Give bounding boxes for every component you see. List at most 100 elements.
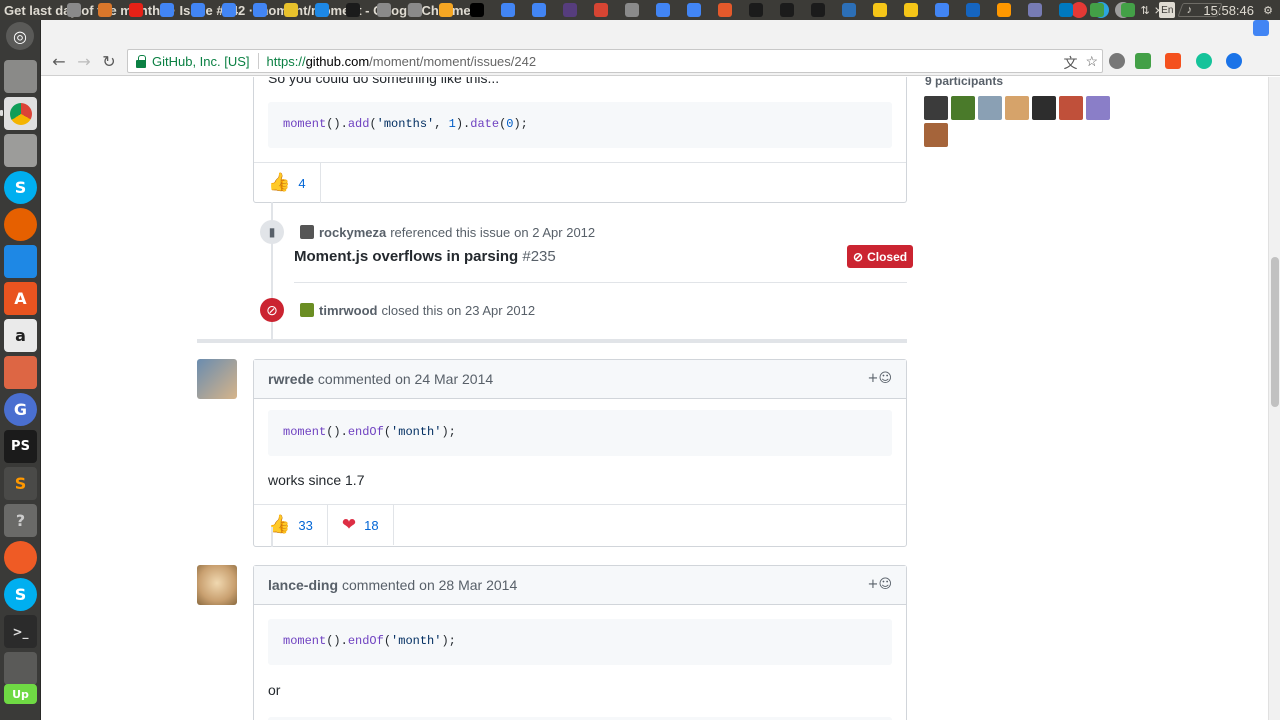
comment-author[interactable]: lance-ding: [268, 577, 338, 593]
text-editor-icon[interactable]: [4, 245, 37, 278]
participant-avatar[interactable]: [951, 96, 975, 120]
browser-tab[interactable]: [58, 0, 89, 20]
event-date[interactable]: on 2 Apr 2012: [514, 225, 595, 240]
participant-avatar[interactable]: [978, 96, 1002, 120]
scrollbar-thumb[interactable]: [1271, 257, 1279, 407]
browser-tab[interactable]: [306, 0, 337, 20]
comment-date[interactable]: on 24 Mar 2014: [395, 371, 493, 387]
system-settings-icon[interactable]: [4, 356, 37, 389]
terminal-icon[interactable]: >_: [4, 615, 37, 648]
reaction-thumbs-up[interactable]: 👍 4: [254, 163, 321, 203]
browser-tab[interactable]: [988, 0, 1019, 20]
add-reaction-button[interactable]: +☺: [868, 371, 892, 386]
participant-avatar[interactable]: [1086, 96, 1110, 120]
amazon-icon[interactable]: a: [4, 319, 37, 352]
browser-tab[interactable]: [1112, 0, 1143, 20]
participant-avatar[interactable]: [1032, 96, 1056, 120]
browser-tab[interactable]: [1019, 0, 1050, 20]
software-center-icon[interactable]: A: [4, 282, 37, 315]
page-scrollbar[interactable]: [1268, 77, 1280, 720]
browser-tab[interactable]: [1050, 0, 1081, 20]
browser-tab[interactable]: [1081, 0, 1112, 20]
back-button[interactable]: ←: [49, 51, 69, 71]
forward-button[interactable]: →: [74, 51, 94, 71]
extension-gear-icon[interactable]: [1109, 53, 1125, 69]
postman-icon[interactable]: [4, 541, 37, 574]
extension-stack-icon[interactable]: [1135, 53, 1151, 69]
browser-tab[interactable]: [771, 0, 802, 20]
tab-close-icon[interactable]: ×: [1143, 0, 1174, 20]
browser-tab[interactable]: [368, 0, 399, 20]
participant-avatar[interactable]: [924, 96, 948, 120]
avatar[interactable]: [300, 225, 314, 239]
reaction-thumbs-up[interactable]: 👍 33: [254, 505, 328, 545]
comment-date[interactable]: on 28 Mar 2014: [419, 577, 517, 593]
security-indicator[interactable]: GitHub, Inc. [US]: [152, 54, 250, 69]
translate-icon[interactable]: 文: [1063, 53, 1077, 73]
event-user[interactable]: rockymeza: [319, 225, 386, 240]
browser-tab[interactable]: [399, 0, 430, 20]
avatar[interactable]: [300, 303, 314, 317]
event-user[interactable]: timrwood: [319, 303, 378, 318]
browser-tab[interactable]: [461, 0, 492, 20]
gimp-icon[interactable]: G: [4, 393, 37, 426]
bookmark-star-icon[interactable]: ☆: [1085, 53, 1098, 73]
new-tab-button[interactable]: [1177, 3, 1223, 17]
participant-avatar[interactable]: [1059, 96, 1083, 120]
event-date[interactable]: on 23 Apr 2012: [447, 303, 535, 318]
browser-tab[interactable]: [926, 0, 957, 20]
browser-tab[interactable]: [89, 0, 120, 20]
files-icon[interactable]: [4, 60, 37, 93]
chrome-icon[interactable]: [4, 97, 37, 130]
browser-tab[interactable]: [802, 0, 833, 20]
ubuntu-dash-icon[interactable]: ◎: [6, 22, 34, 50]
extension-adblock-icon[interactable]: [1165, 53, 1181, 69]
skype-icon[interactable]: S: [4, 171, 37, 204]
browser-tab[interactable]: [740, 0, 771, 20]
profile-icon[interactable]: [1253, 20, 1269, 36]
address-bar[interactable]: GitHub, Inc. [US] https:// github.com /m…: [127, 49, 1103, 73]
browser-tab[interactable]: [213, 0, 244, 20]
browser-tab[interactable]: [895, 0, 926, 20]
browser-tab[interactable]: [182, 0, 213, 20]
browser-tab[interactable]: [585, 0, 616, 20]
browser-tab[interactable]: [492, 0, 523, 20]
code-block: moment().endOf('month');: [268, 410, 892, 456]
browser-tab[interactable]: [616, 0, 647, 20]
browser-tab[interactable]: [554, 0, 585, 20]
upwork-icon[interactable]: Up: [4, 684, 37, 704]
browser-tab[interactable]: [957, 0, 988, 20]
sublime-text-icon[interactable]: S: [4, 467, 37, 500]
help-icon[interactable]: ?: [4, 504, 37, 537]
grammarly-icon[interactable]: [1196, 53, 1212, 69]
browser-tab[interactable]: [864, 0, 895, 20]
browser-tab[interactable]: [275, 0, 306, 20]
browser-tab[interactable]: [430, 0, 461, 20]
browser-tab[interactable]: [244, 0, 275, 20]
browser-tab[interactable]: [833, 0, 864, 20]
participant-avatar[interactable]: [924, 123, 948, 147]
browser-tab[interactable]: [151, 0, 182, 20]
comment-author-avatar[interactable]: [197, 359, 237, 399]
phpstorm-icon[interactable]: PS: [4, 430, 37, 463]
file-manager-icon[interactable]: [4, 134, 37, 167]
pencil-tool-icon[interactable]: [4, 652, 37, 685]
firefox-icon[interactable]: [4, 208, 37, 241]
browser-tab[interactable]: [337, 0, 368, 20]
participant-avatar[interactable]: [1005, 96, 1029, 120]
comment-author-avatar[interactable]: [197, 565, 237, 605]
reaction-heart[interactable]: ❤ 18: [328, 505, 394, 545]
comment-author[interactable]: rwrede: [268, 371, 314, 387]
browser-tab[interactable]: [120, 0, 151, 20]
referenced-issue-number[interactable]: #235: [522, 248, 555, 265]
add-reaction-button[interactable]: +☺: [868, 577, 892, 592]
skype-beta-icon[interactable]: S: [4, 578, 37, 611]
browser-tab[interactable]: [647, 0, 678, 20]
browser-tab[interactable]: [709, 0, 740, 20]
settings-gear-icon[interactable]: ⚙: [1260, 2, 1276, 18]
referenced-issue-title[interactable]: Moment.js overflows in parsing #235: [294, 248, 556, 265]
extension-moon-icon[interactable]: [1226, 53, 1242, 69]
browser-tab[interactable]: [678, 0, 709, 20]
reload-button[interactable]: ↻: [99, 51, 119, 71]
browser-tab[interactable]: [523, 0, 554, 20]
